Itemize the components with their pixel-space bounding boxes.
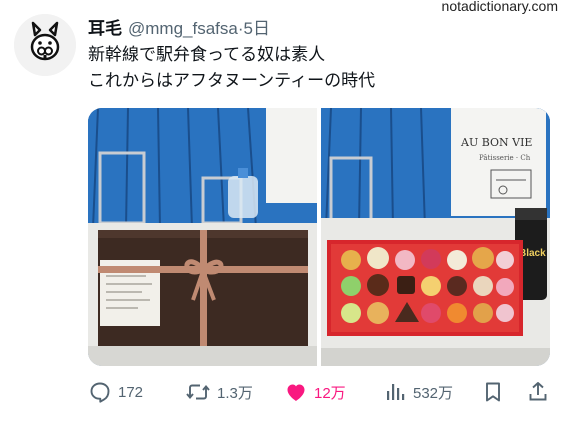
like-count: 12万 — [314, 384, 346, 402]
reply-icon — [90, 382, 110, 403]
bar-chart-icon — [387, 384, 405, 400]
avatar[interactable] — [14, 14, 76, 76]
action-bar: 172 1.3万 12万 532万 — [88, 378, 556, 406]
repost-count: 1.3万 — [217, 384, 253, 402]
user-handle[interactable]: @mmg_fsafsa — [128, 19, 238, 39]
wrapped-gift-box-image — [88, 108, 317, 366]
reply-count: 172 — [118, 383, 144, 401]
bag-subtext: Pâtisserie · Ch — [479, 154, 531, 162]
like-button[interactable]: 12万 — [284, 378, 346, 406]
tweet-text-line: 新幹線で駅弁食ってる奴は素人 — [88, 45, 326, 65]
bookmark-button[interactable] — [481, 378, 505, 406]
tweet-text-line: これからはアフタヌーンティーの時代 — [88, 71, 376, 91]
media-grid: AU BON VIE Pâtisserie · Ch Black — [88, 108, 550, 366]
rabbit-avatar-icon — [14, 14, 76, 76]
timestamp[interactable]: 5日 — [244, 14, 270, 39]
views-button[interactable]: 532万 — [383, 378, 453, 406]
bookmark-icon — [486, 382, 500, 402]
repost-icon — [186, 384, 210, 400]
can-text: Black — [519, 248, 546, 259]
display-name[interactable]: 耳毛 — [88, 14, 122, 39]
share-button[interactable] — [526, 378, 550, 406]
bag-text: AU BON VIE — [460, 136, 532, 149]
views-count: 532万 — [413, 384, 454, 402]
heart-icon — [287, 384, 305, 401]
reply-button[interactable]: 172 — [88, 378, 143, 406]
share-icon — [529, 382, 547, 401]
pastry-box-image: AU BON VIE Pâtisserie · Ch Black — [321, 108, 550, 366]
tweet-header: 耳毛 @mmg_fsafsa · 5日 — [88, 14, 270, 39]
repost-button[interactable]: 1.3万 — [185, 378, 253, 406]
watermark: notadictionary.com — [441, 0, 558, 14]
photo-pastry-assortment[interactable]: AU BON VIE Pâtisserie · Ch Black — [321, 108, 550, 366]
tweet-text: 新幹線で駅弁食ってる奴は素人 これからはアフタヌーンティーの時代 — [88, 42, 375, 94]
photo-wrapped-box[interactable] — [88, 108, 317, 366]
